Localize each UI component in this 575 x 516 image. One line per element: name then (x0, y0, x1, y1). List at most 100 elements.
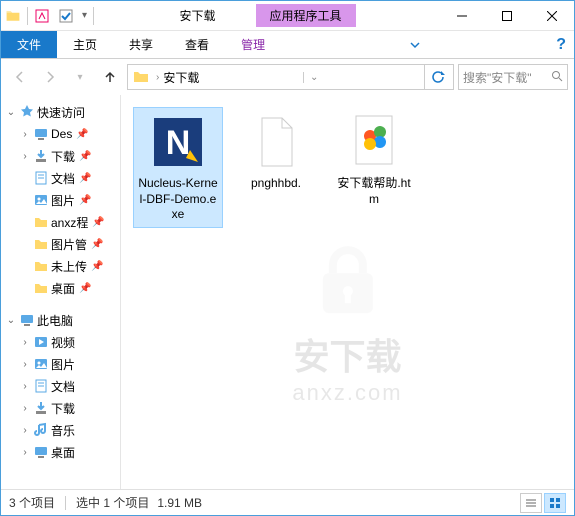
window-title: 安下载 (180, 7, 216, 24)
tab-manage[interactable]: 管理 (225, 31, 281, 58)
sidebar-item-label: 未上传 (51, 258, 87, 275)
sidebar-this-pc[interactable]: ⌄ 此电脑 (1, 309, 120, 331)
search-placeholder: 搜索"安下载" (463, 69, 532, 86)
context-tab-label: 应用程序工具 (256, 4, 356, 27)
nav-forward-button[interactable] (37, 64, 63, 90)
search-input[interactable]: 搜索"安下载" (458, 64, 568, 90)
sidebar-item[interactable]: 文档📌 (1, 167, 120, 189)
status-selected: 选中 1 个项目 (76, 494, 149, 511)
sidebar-item[interactable]: anxz程 📌 (1, 211, 120, 233)
pin-icon: 📌 (91, 239, 103, 250)
chevron-right-icon[interactable]: › (19, 403, 31, 414)
pin-icon: 📌 (92, 217, 104, 228)
pin-icon: 📌 (91, 261, 103, 272)
pictures-icon (33, 356, 49, 372)
breadcrumb-dropdown-icon[interactable]: ⌄ (303, 72, 324, 83)
view-details-button[interactable] (520, 493, 542, 513)
sidebar-item-label: 下载 (51, 148, 75, 165)
chevron-down-icon[interactable]: ⌄ (5, 315, 17, 326)
qat-properties-icon[interactable] (30, 4, 54, 28)
sidebar-item-label: anxz程 (51, 214, 88, 231)
sidebar-item[interactable]: 图片管 📌 (1, 233, 120, 255)
folder-icon (1, 4, 25, 28)
sidebar-item[interactable]: › 文档 (1, 375, 120, 397)
watermark-text: 安下载 (292, 328, 402, 380)
chevron-right-icon[interactable]: › (156, 72, 159, 83)
chevron-right-icon[interactable]: › (19, 337, 31, 348)
maximize-button[interactable] (484, 1, 529, 31)
chevron-right-icon[interactable]: › (19, 447, 31, 458)
ribbon-expand-icon[interactable] (401, 31, 429, 58)
addressbar: ▾ › 安下载 ⌄ 搜索"安下载" (1, 59, 574, 95)
file-item[interactable]: NNucleus-Kernel-DBF-Demo.exe (133, 107, 223, 228)
chevron-right-icon[interactable]: › (19, 151, 31, 162)
qat-check-icon[interactable] (54, 4, 78, 28)
documents-icon (33, 378, 49, 394)
breadcrumb-segment[interactable]: 安下载 (163, 69, 199, 86)
qat-dropdown-icon[interactable]: ▾ (82, 10, 87, 21)
tab-view[interactable]: 查看 (169, 31, 225, 58)
view-icons-button[interactable] (544, 493, 566, 513)
pin-icon: 📌 (79, 283, 91, 294)
pin-icon: 📌 (76, 129, 88, 140)
downloads-icon (33, 400, 49, 416)
sidebar-item-label: 此电脑 (37, 312, 73, 329)
ribbon-tabs: 文件 主页 共享 查看 管理 ? (1, 31, 574, 59)
sidebar-item[interactable]: ›下载 (1, 397, 120, 419)
music-icon (33, 422, 49, 438)
tab-home[interactable]: 主页 (57, 31, 113, 58)
chevron-right-icon[interactable]: › (19, 359, 31, 370)
tab-file[interactable]: 文件 (1, 31, 57, 58)
nav-recent-dropdown[interactable]: ▾ (67, 64, 93, 90)
sidebar-item[interactable]: › 图片 (1, 353, 120, 375)
sidebar-item-label: 视频 (51, 334, 75, 351)
statusbar: 3 个项目 选中 1 个项目 1.91 MB (1, 489, 574, 515)
chevron-down-icon[interactable]: ⌄ (5, 107, 17, 118)
file-name: 安下载帮助.htm (334, 176, 414, 207)
pin-icon: 📌 (79, 151, 91, 162)
sidebar-item[interactable]: ›桌面 (1, 441, 120, 463)
sidebar-item-label: 图片 (51, 356, 75, 373)
refresh-button[interactable] (424, 65, 451, 89)
chevron-right-icon[interactable]: › (19, 129, 31, 140)
chevron-right-icon[interactable]: › (19, 425, 31, 436)
sidebar-item-label: 图片管 (51, 236, 87, 253)
watermark: 安下载 anxz.com (292, 243, 402, 406)
nav-up-button[interactable] (97, 64, 123, 90)
folder-icon (33, 258, 49, 274)
sidebar-item[interactable]: 未上传 📌 (1, 255, 120, 277)
ribbon-help-icon[interactable]: ? (548, 31, 574, 58)
file-thumbnail (344, 112, 404, 172)
sidebar-quick-access[interactable]: ⌄ 快速访问 (1, 101, 120, 123)
sidebar-item-label: 图片 (51, 192, 75, 209)
folder-icon (33, 236, 49, 252)
sidebar-item[interactable]: 图片📌 (1, 189, 120, 211)
folder-icon (33, 280, 49, 296)
navigation-pane[interactable]: ⌄ 快速访问 ›Des📌›下载📌文档📌图片📌anxz程📌图片管📌未上传📌桌面📌 … (1, 95, 121, 489)
chevron-right-icon[interactable]: › (19, 381, 31, 392)
qat-divider-2 (93, 7, 94, 25)
sidebar-item[interactable]: 桌面 📌 (1, 277, 120, 299)
titlebar: ▾ 安下载 应用程序工具 (1, 1, 574, 31)
sidebar-item[interactable]: ›Des📌 (1, 123, 120, 145)
file-item[interactable]: pnghhbd. (231, 107, 321, 197)
star-icon (19, 104, 35, 120)
nav-back-button[interactable] (7, 64, 33, 90)
breadcrumb[interactable]: › 安下载 ⌄ (127, 64, 454, 90)
pictures-icon (33, 192, 49, 208)
sidebar-item[interactable]: › 音乐 (1, 419, 120, 441)
sidebar-item-label: 文档 (51, 378, 75, 395)
search-icon (551, 70, 563, 85)
downloads-icon (33, 148, 49, 164)
sidebar-item-label: 桌面 (51, 280, 75, 297)
sidebar-item-label: 音乐 (51, 422, 75, 439)
file-item[interactable]: 安下载帮助.htm (329, 107, 419, 212)
folder-icon (33, 214, 49, 230)
status-item-count: 3 个项目 (9, 494, 55, 511)
sidebar-item[interactable]: › 下载 📌 (1, 145, 120, 167)
close-button[interactable] (529, 1, 574, 31)
tab-share[interactable]: 共享 (113, 31, 169, 58)
file-list[interactable]: NNucleus-Kernel-DBF-Demo.exepnghhbd. 安下载帮… (121, 95, 574, 489)
sidebar-item[interactable]: › 视频 (1, 331, 120, 353)
minimize-button[interactable] (439, 1, 484, 31)
